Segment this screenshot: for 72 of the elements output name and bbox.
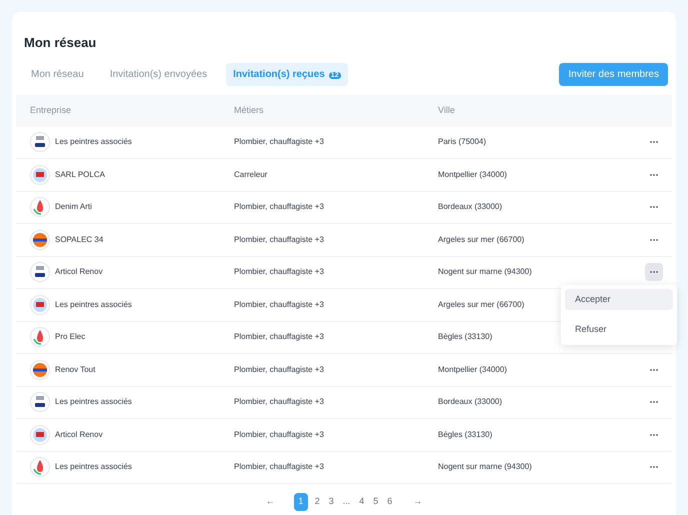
table-cell: Carreleur	[234, 170, 268, 179]
more-icon	[650, 271, 658, 274]
company-logo-icon	[30, 327, 50, 348]
company-name: Articol Renov	[55, 428, 103, 441]
more-icon	[650, 368, 658, 371]
table-cell: Montpellier (34000)	[438, 170, 507, 179]
table-cell: Plombier, chauffagiste +3	[234, 300, 324, 309]
page-button[interactable]: 2	[312, 493, 322, 511]
column-header: Entreprise	[29, 104, 72, 117]
table-cell: Plombier, chauffagiste +3	[234, 397, 324, 406]
page-button[interactable]: 4	[357, 493, 366, 511]
table-cell: Argeles sur mer (66700)	[438, 234, 524, 244]
more-icon	[650, 141, 658, 144]
table-cell: Plombier, chauffagiste +3	[234, 202, 324, 212]
table-cell: Plombier, chauffagiste +3	[234, 430, 324, 439]
more-icon	[650, 466, 658, 468]
company-name: Pro Elec	[55, 331, 86, 344]
tab[interactable]: Mon réseau	[24, 62, 91, 86]
table-cell: Nogent sur marne (94300)	[438, 462, 532, 472]
table-cell: Bègles (33130)	[438, 332, 492, 342]
more-options-button[interactable]	[645, 263, 663, 282]
company-name: SOPALEC 34	[55, 234, 104, 246]
table-cell: Bordeaux (33000)	[438, 397, 502, 406]
more-icon	[650, 238, 658, 241]
company-logo-icon	[30, 164, 50, 185]
company-logo-icon	[30, 457, 50, 478]
tab[interactable]: Invitation(s) envoyées	[102, 62, 214, 86]
more-icon	[650, 206, 658, 208]
company-name: Renov Tout	[55, 364, 96, 376]
more-icon	[650, 174, 658, 176]
page-button[interactable]: 5	[371, 493, 380, 511]
table-cell: Bègles (33130)	[438, 430, 492, 439]
table-cell: Plombier, chauffagiste +3	[234, 364, 324, 374]
company-name: Les peintres associés	[55, 136, 132, 148]
page-button[interactable]: ...	[340, 493, 352, 511]
table-cell: Plombier, chauffagiste +3	[234, 462, 324, 472]
company-logo-icon	[30, 294, 50, 315]
table-cell: Plombier, chauffagiste +3	[234, 332, 324, 342]
table-cell: Paris (75004)	[438, 137, 486, 146]
table-cell: Argeles sur mer (66700)	[438, 300, 524, 309]
company-name: Denim Arti	[55, 201, 92, 214]
page-button[interactable]: 3	[326, 493, 336, 511]
company-name: Les peintres associés	[55, 298, 132, 311]
company-logo-icon	[30, 262, 50, 282]
menu-item[interactable]: Refuser	[565, 319, 673, 340]
previous-page-button[interactable]: ←	[266, 495, 275, 509]
company-name: Les peintres associés	[55, 396, 132, 408]
company-logo-icon	[30, 197, 50, 218]
more-icon	[650, 434, 658, 436]
table-cell: Nogent sur marne (94300)	[438, 267, 532, 276]
company-logo-icon	[30, 230, 50, 250]
table-cell: Plombier, chauffagiste +3	[234, 234, 324, 244]
page-title: Mon réseau	[23, 34, 98, 52]
company-logo-icon	[30, 392, 50, 412]
company-name: SARL POLCA	[55, 168, 105, 181]
page-button[interactable]: 1	[294, 493, 308, 511]
column-header: Métiers	[233, 104, 265, 117]
next-page-button[interactable]: →	[413, 495, 422, 509]
table-cell: Plombier, chauffagiste +3	[234, 267, 324, 276]
company-logo-icon	[30, 132, 50, 152]
table-cell: Bordeaux (33000)	[438, 202, 502, 212]
table-cell: Plombier, chauffagiste +3	[234, 137, 324, 146]
company-logo-icon	[30, 424, 50, 445]
table-cell: Montpellier (34000)	[438, 364, 507, 374]
company-name: Articol Renov	[55, 266, 103, 278]
page-button[interactable]: 6	[385, 493, 394, 511]
invite-button[interactable]: Inviter des membres	[559, 62, 668, 86]
menu-item[interactable]: Accepter	[565, 288, 673, 310]
company-name: Les peintres associés	[55, 461, 132, 474]
column-header: Ville	[437, 104, 456, 117]
company-logo-icon	[30, 360, 50, 380]
more-icon	[650, 401, 658, 404]
